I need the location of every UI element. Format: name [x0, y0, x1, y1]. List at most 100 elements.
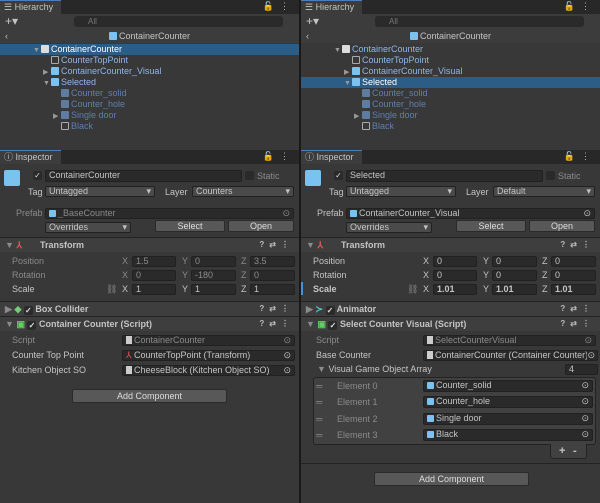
position-y-input[interactable]: 0	[492, 256, 537, 267]
scale-x-input[interactable]: 1	[132, 284, 176, 295]
tag-dropdown[interactable]: Untagged▾	[45, 186, 155, 197]
scale-z-input[interactable]: 1.01	[551, 284, 596, 295]
tree-item[interactable]: Counter_hole	[301, 99, 600, 110]
layer-dropdown[interactable]: Counters▾	[192, 186, 294, 197]
base-counter-field[interactable]: ContainerCounter (Container Counter)⊙	[423, 350, 598, 361]
tree-item[interactable]: CounterTopPoint	[301, 55, 600, 66]
tree-item[interactable]: Counter_hole	[0, 99, 299, 110]
script-field[interactable]: ContainerCounter⊙	[122, 335, 295, 346]
back-icon[interactable]: ‹	[306, 29, 309, 43]
add-component-button[interactable]: Add Component	[72, 389, 227, 403]
component-menu-icons[interactable]: ?⇄⋮	[560, 238, 595, 252]
tree-item[interactable]: ▶ContainerCounter_Visual	[0, 66, 299, 77]
rotation-z-input[interactable]: 0	[250, 270, 295, 281]
scale-z-input[interactable]: 1	[250, 284, 295, 295]
rotation-y-input[interactable]: 0	[492, 270, 537, 281]
hierarchy-search-input[interactable]: All	[74, 16, 283, 27]
remove-element-button[interactable]: -	[573, 445, 577, 457]
drag-handle-icon[interactable]: ═	[316, 413, 322, 425]
position-z-input[interactable]: 0	[551, 256, 596, 267]
create-plus-icon[interactable]: +▾	[306, 14, 319, 28]
position-y-input[interactable]: 0	[191, 256, 236, 267]
static-checkbox[interactable]	[546, 171, 555, 180]
scale-y-input[interactable]: 1	[191, 284, 236, 295]
component-menu-icons[interactable]: ?⇄⋮	[259, 238, 294, 252]
open-button[interactable]: Open	[529, 220, 595, 232]
constrain-proportions-icon[interactable]: ⛓	[407, 284, 418, 295]
array-size-input[interactable]: 4	[565, 364, 598, 375]
rotation-z-input[interactable]: 0	[551, 270, 596, 281]
tree-item[interactable]: Black	[301, 121, 600, 132]
tree-item[interactable]: ▼ContainerCounter	[301, 44, 600, 55]
array-foldout[interactable]: ▼ Visual Game Object Array	[317, 363, 432, 375]
add-component-button[interactable]: Add Component	[374, 472, 529, 486]
active-checkbox[interactable]: ✓	[334, 171, 343, 180]
hierarchy-tab[interactable]: ☰ Hierarchy	[301, 0, 362, 14]
tree-item[interactable]: CounterTopPoint	[0, 55, 299, 66]
prefab-field[interactable]: _BaseCounter⊙	[45, 208, 294, 219]
component-enabled-checkbox[interactable]: ✓	[24, 306, 33, 315]
component-enabled-checkbox[interactable]: ✓	[27, 321, 36, 330]
tree-item[interactable]: Counter_solid	[0, 88, 299, 99]
lock-menu-icons[interactable]: 🔓⋮	[564, 151, 596, 162]
component-menu-icons[interactable]: ?⇄⋮	[560, 302, 595, 316]
position-x-input[interactable]: 0	[433, 256, 477, 267]
component-menu-icons[interactable]: ?⇄⋮	[560, 317, 595, 331]
drag-handle-icon[interactable]: ═	[316, 396, 322, 408]
layer-dropdown[interactable]: Default▾	[493, 186, 595, 197]
hierarchy-search-input[interactable]: All	[375, 16, 584, 27]
tree-item[interactable]: Counter_solid	[301, 88, 600, 99]
drag-handle-icon[interactable]: ═	[316, 380, 322, 392]
element-field[interactable]: Single door⊙	[423, 413, 593, 425]
overrides-dropdown[interactable]: Overrides▾	[346, 222, 432, 233]
scale-x-input[interactable]: 1.01	[433, 284, 477, 295]
rotation-x-input[interactable]: 0	[132, 270, 176, 281]
script-component-header[interactable]: ▼ ▣ ✓ Select Counter Visual (Script)?⇄⋮	[301, 316, 600, 331]
script-component-header[interactable]: ▼ ▣ ✓ Container Counter (Script)?⇄⋮	[0, 316, 299, 331]
back-icon[interactable]: ‹	[5, 29, 8, 43]
element-field[interactable]: Counter_hole⊙	[423, 396, 593, 408]
component-enabled-checkbox[interactable]: ✓	[328, 321, 337, 330]
object-name-input[interactable]: ContainerCounter	[45, 170, 242, 182]
add-element-button[interactable]: +	[559, 445, 565, 457]
element-field[interactable]: Black⊙	[423, 429, 593, 441]
tag-dropdown[interactable]: Untagged▾	[346, 186, 456, 197]
inspector-tab[interactable]: ⓘ Inspector	[0, 150, 61, 164]
rotation-y-input[interactable]: -180	[191, 270, 236, 281]
element-field[interactable]: Counter_solid⊙	[423, 380, 593, 392]
box-collider-header[interactable]: ▶ ◆ ✓ Box Collider?⇄⋮	[0, 301, 299, 316]
drag-handle-icon[interactable]: ═	[316, 429, 322, 441]
component-enabled-checkbox[interactable]: ✓	[326, 306, 335, 315]
tree-item[interactable]: ▼Selected	[0, 77, 299, 88]
component-menu-icons[interactable]: ?⇄⋮	[259, 302, 294, 316]
kitchen-object-so-field[interactable]: CheeseBlock (Kitchen Object SO)⊙	[122, 365, 295, 376]
open-button[interactable]: Open	[228, 220, 294, 232]
script-field[interactable]: SelectCounterVisual⊙	[423, 335, 596, 346]
prefab-field[interactable]: ContainerCounter_Visual⊙	[346, 208, 595, 219]
tree-item[interactable]: ▼ContainerCounter	[0, 44, 299, 55]
lock-menu-icons[interactable]: 🔓⋮	[263, 151, 295, 162]
transform-header[interactable]: ▼ ⅄Transform?⇄⋮	[0, 237, 299, 252]
rotation-x-input[interactable]: 0	[433, 270, 477, 281]
tree-item[interactable]: Black	[0, 121, 299, 132]
tree-item[interactable]: ▶Single door	[301, 110, 600, 121]
lock-menu-icons[interactable]: 🔓⋮	[564, 1, 596, 12]
tree-item[interactable]: ▶ContainerCounter_Visual	[301, 66, 600, 77]
position-x-input[interactable]: 1.5	[132, 256, 176, 267]
lock-menu-icons[interactable]: 🔓⋮	[263, 1, 295, 12]
active-checkbox[interactable]: ✓	[33, 171, 42, 180]
counter-top-point-field[interactable]: ⅄ CounterTopPoint (Transform)⊙	[122, 350, 295, 361]
animator-header[interactable]: ▶ ≻ ✓ Animator?⇄⋮	[301, 301, 600, 316]
scale-y-input[interactable]: 1.01	[492, 284, 537, 295]
constrain-proportions-icon[interactable]: ⛓	[106, 284, 117, 295]
component-menu-icons[interactable]: ?⇄⋮	[259, 317, 294, 331]
tree-item[interactable]: ▶Single door	[0, 110, 299, 121]
tree-item[interactable]: ▼Selected	[301, 77, 600, 88]
position-z-input[interactable]: 3.5	[250, 256, 295, 267]
create-plus-icon[interactable]: +▾	[5, 14, 18, 28]
select-button[interactable]: Select	[456, 220, 526, 232]
transform-header[interactable]: ▼ ⅄Transform?⇄⋮	[301, 237, 600, 252]
hierarchy-tab[interactable]: ☰ Hierarchy	[0, 0, 61, 14]
static-checkbox[interactable]	[245, 171, 254, 180]
select-button[interactable]: Select	[155, 220, 225, 232]
